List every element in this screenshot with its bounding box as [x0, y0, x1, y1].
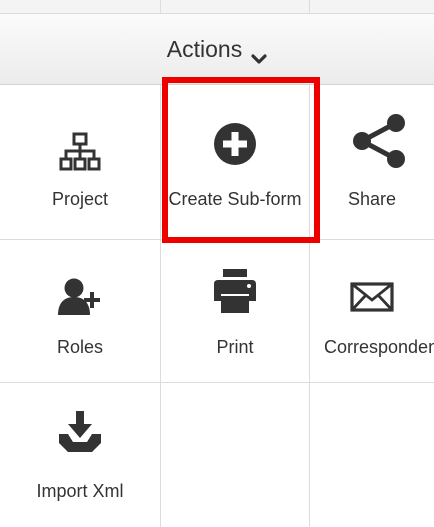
empty-cell: [161, 383, 310, 527]
action-label: Project: [51, 189, 109, 209]
actions-dropdown-toggle[interactable]: Actions: [0, 14, 434, 85]
action-correspondence[interactable]: Correspondence: [310, 240, 434, 383]
action-label: Print: [216, 337, 254, 357]
action-create-subform[interactable]: Create Sub-form: [161, 85, 310, 240]
action-share[interactable]: Share: [310, 85, 434, 240]
add-user-icon: [0, 278, 160, 316]
share-icon: [310, 113, 434, 169]
import-icon: [0, 410, 160, 454]
action-label: Import Xml: [36, 481, 124, 501]
top-strip: [0, 0, 434, 14]
action-project[interactable]: Project: [0, 85, 161, 240]
action-print[interactable]: Print: [161, 240, 310, 383]
top-strip-divider: [160, 0, 161, 13]
plus-circle-icon: [161, 122, 309, 166]
empty-cell: [310, 383, 434, 527]
top-strip-divider: [309, 0, 310, 13]
action-label: Create Sub-form: [168, 189, 302, 209]
action-roles[interactable]: Roles: [0, 240, 161, 383]
chevron-down-icon: [251, 45, 267, 64]
action-label: Roles: [56, 337, 104, 357]
print-icon: [161, 268, 309, 314]
action-import-xml[interactable]: Import Xml: [0, 383, 161, 527]
envelope-icon: [310, 282, 434, 312]
action-label: Correspondence: [324, 337, 434, 357]
actions-label: Actions: [166, 35, 243, 62]
sitemap-icon: [0, 132, 160, 172]
actions-grid: Project Create Sub-form Share Roles Prin…: [0, 85, 434, 527]
action-label: Share: [347, 189, 397, 209]
